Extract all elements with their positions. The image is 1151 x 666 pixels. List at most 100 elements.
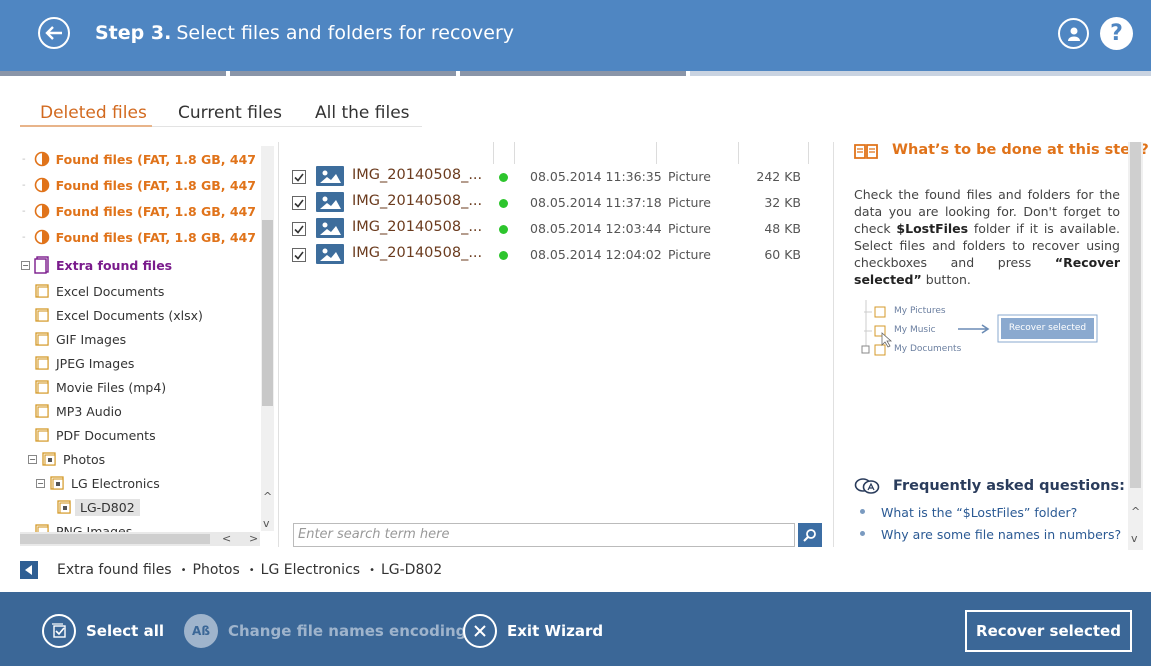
bullet [860,509,865,514]
breadcrumb-item[interactable]: LG-D802 [381,562,442,578]
change-encoding-label: Change file names encoding [228,622,467,640]
tree-item-label: Found files (FAT, 1.8 GB, 447 files [55,203,260,219]
file-name: IMG_20140508_... [352,245,483,261]
info-vertical-scrollbar[interactable] [1128,142,1143,550]
tree-vertical-scrollbar[interactable] [261,146,274,531]
tab-current-files[interactable]: Current files [178,103,282,123]
recover-selected-button[interactable]: Recover selected [965,610,1132,652]
scroll-down-icon[interactable]: v [1131,532,1138,545]
file-checkbox[interactable] [292,170,306,184]
tree-item-label: Movie Files (mp4) [56,379,167,395]
illustration-label: My Documents [894,344,962,354]
file-row[interactable]: IMG_20140508_... 08.05.2014 11:37:18 Pic… [290,190,810,216]
tree-horizontal-scrollbar[interactable]: < > [20,532,260,546]
scroll-up-icon[interactable]: ^ [263,490,272,503]
tree-item-lg-electronics[interactable]: − LG Electronics [36,472,160,494]
scrollbar-thumb[interactable] [20,534,210,544]
tree-item-folder[interactable]: PDF Documents [34,424,156,446]
tree-item-folder[interactable]: Movie Files (mp4) [34,376,166,398]
column-divider[interactable] [738,142,739,164]
search-input[interactable]: Enter search term here [293,523,795,547]
breadcrumb-item[interactable]: Photos [193,562,240,578]
progress-separator [686,71,690,76]
tree-item-label: LG-D802 [75,498,140,516]
arrow-left-icon [45,26,62,40]
file-row[interactable]: IMG_20140508_... 08.05.2014 11:36:35 Pic… [290,164,810,190]
tree-item-label: LG Electronics [71,475,160,491]
step-number: Step 3. [95,22,172,44]
tree-item-extra-found-files[interactable]: − Extra found files [21,254,172,276]
progress-separator [226,71,230,76]
tree-item-found-files[interactable]: - Found files (FAT, 1.8 GB, 447 files [22,200,260,222]
file-name: IMG_20140508_... [352,167,483,183]
file-checkbox[interactable] [292,248,306,262]
picture-icon [316,192,344,212]
tree-item-found-files[interactable]: - Found files (FAT, 1.8 GB, 447 files [22,226,260,248]
help-button[interactable]: ? [1100,17,1133,50]
breadcrumb-item[interactable]: Extra found files [57,562,172,578]
search-button[interactable] [798,523,822,547]
tree-item-folder[interactable]: Excel Documents (xlsx) [34,304,203,326]
tree-item-folder[interactable]: JPEG Images [34,352,134,374]
back-button[interactable] [38,17,70,49]
tree-item-found-files[interactable]: - Found files (FAT, 1.8 GB, 447 files [22,148,260,170]
change-encoding-button[interactable]: Aß Change file names encoding [184,614,466,648]
faq-link-lostfiles[interactable]: What is the “$LostFiles” folder? [881,505,1077,520]
illustration-label: My Pictures [894,306,946,316]
info-description: Check the found files and folders for th… [854,186,1120,288]
select-all-icon [42,614,76,648]
breadcrumb-separator: • [369,564,375,576]
scroll-up-icon[interactable]: ^ [1131,505,1140,518]
file-checkbox[interactable] [292,222,306,236]
folder-icon [50,476,64,490]
tree-item-found-files[interactable]: - Found files (FAT, 1.8 GB, 447 files [22,174,260,196]
scroll-right-icon[interactable]: > [249,532,258,545]
column-divider[interactable] [493,142,494,164]
file-date: 08.05.2014 11:37:18 [530,195,662,210]
breadcrumb: Extra found files • Photos • LG Electron… [20,560,442,580]
account-button[interactable] [1058,18,1089,49]
tree-item-label: Found files (FAT, 1.8 GB, 447 files [55,151,260,167]
file-row[interactable]: IMG_20140508_... 08.05.2014 12:03:44 Pic… [290,216,810,242]
tree-line: - [22,179,26,191]
tab-all-files[interactable]: All the files [315,103,410,123]
file-checkbox[interactable] [292,196,306,210]
collapse-toggle[interactable]: − [21,260,30,270]
user-icon [1067,27,1080,41]
select-all-button[interactable]: Select all [42,614,164,648]
column-divider[interactable] [808,142,809,164]
column-divider[interactable] [656,142,657,164]
progress-fill [0,71,688,76]
file-size: 48 KB [764,221,801,236]
tree-item-label: MP3 Audio [56,403,122,419]
breadcrumb-back-button[interactable] [20,561,38,579]
column-divider[interactable] [514,142,515,164]
scroll-left-icon[interactable]: < [222,532,231,545]
tree-item-folder[interactable]: GIF Images [34,328,126,350]
check-icon [294,199,304,208]
breadcrumb-separator: • [180,564,187,576]
book-icon [854,144,878,159]
tree-item-photos[interactable]: − Photos [28,448,105,470]
scroll-down-icon[interactable]: v [263,517,270,530]
recovery-status-dot [499,251,508,260]
tree-item-folder[interactable]: Excel Documents [34,280,164,302]
faq-icon [854,478,880,494]
scrollbar-thumb[interactable] [1130,142,1141,488]
faq-link-numbers[interactable]: Why are some file names in numbers? [881,527,1121,542]
scrollbar-thumb[interactable] [262,220,273,406]
pane-divider [833,142,834,547]
tree-item-label: PDF Documents [56,427,156,443]
picture-icon [316,244,344,264]
collapse-toggle[interactable]: − [36,478,45,488]
collapse-toggle[interactable]: − [28,454,37,464]
progress-separator [456,71,460,76]
tab-deleted-files[interactable]: Deleted files [40,103,147,123]
tree-item-folder[interactable]: PNG Images [34,520,132,532]
file-row[interactable]: IMG_20140508_... 08.05.2014 12:04:02 Pic… [290,242,810,268]
exit-wizard-button[interactable]: Exit Wizard [463,614,603,648]
breadcrumb-item[interactable]: LG Electronics [261,562,360,578]
tree-item-lg-d802[interactable]: LG-D802 [56,496,140,518]
file-type: Picture [668,221,711,236]
tree-item-folder[interactable]: MP3 Audio [34,400,122,422]
